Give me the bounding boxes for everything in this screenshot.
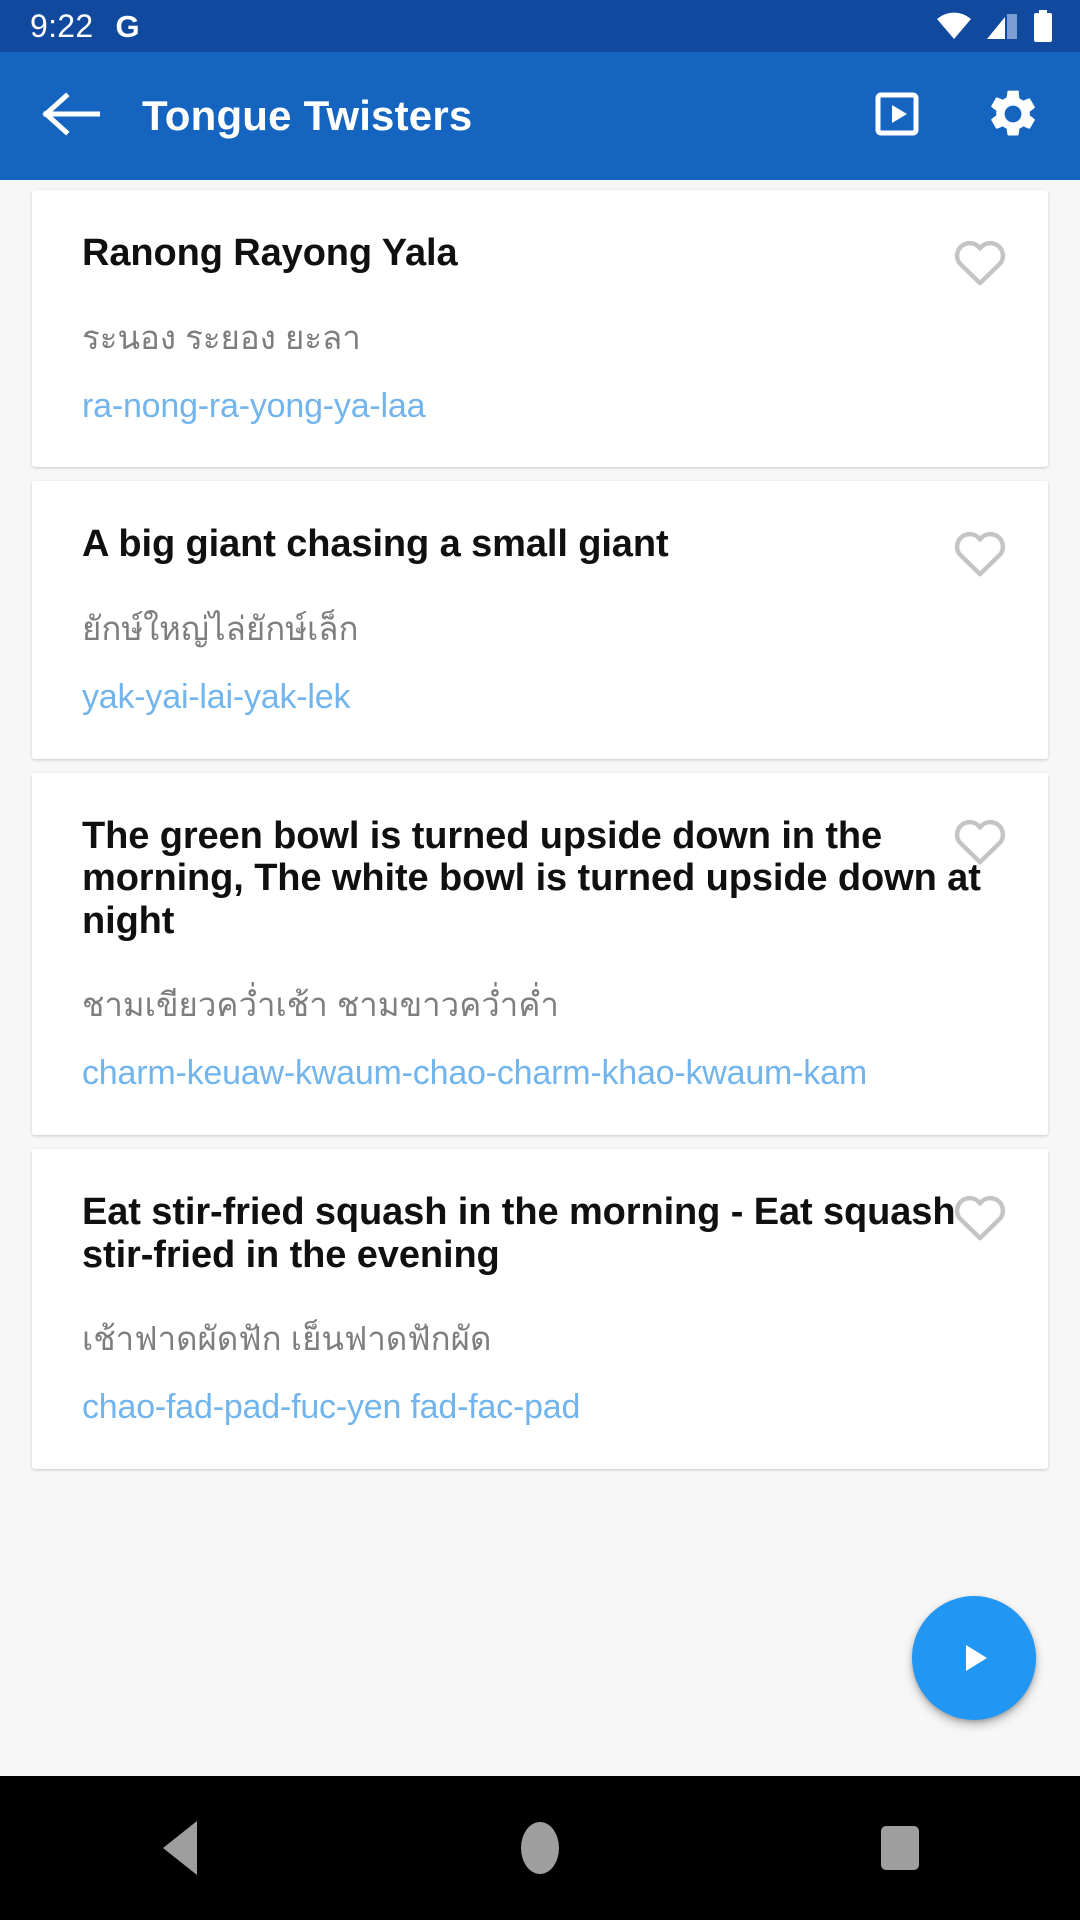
app-bar-actions: [866, 85, 1044, 147]
back-arrow-icon: [42, 91, 101, 141]
nav-back-button[interactable]: [95, 1776, 265, 1920]
app-bar: Tongue Twisters: [0, 52, 1080, 180]
list-item[interactable]: Eat stir-fried squash in the morning - E…: [32, 1148, 1048, 1469]
status-bar-left: 9:22 G: [30, 10, 140, 42]
battery-icon: [1032, 10, 1054, 42]
status-clock: 9:22: [30, 8, 94, 44]
twister-title: A big giant chasing a small giant: [82, 523, 669, 566]
heart-outline-icon: [952, 234, 1008, 288]
twister-thai-text: ระนอง ระยอง ยะลา: [82, 318, 361, 356]
list-item[interactable]: Ranong Rayong Yala ระนอง ระยอง ยะลา ra-n…: [32, 190, 1048, 468]
play-fab[interactable]: [912, 1596, 1036, 1720]
twister-romanization: charm-keuaw-kwaum-chao-charm-khao-kwaum-…: [82, 1054, 867, 1093]
nav-recents-button[interactable]: [815, 1776, 985, 1920]
slideshow-button[interactable]: [866, 85, 928, 147]
settings-button[interactable]: [982, 85, 1044, 147]
nav-recents-icon: [881, 1826, 919, 1870]
twister-romanization: yak-yai-lai-yak-lek: [82, 678, 351, 717]
slideshow-icon: [871, 88, 923, 145]
phone-screen: 9:22 G Tongue Twisters Ranong Rayong Yal…: [0, 0, 1080, 1920]
wifi-icon: [936, 11, 972, 41]
gear-icon: [985, 86, 1041, 147]
google-icon: G: [115, 8, 140, 44]
twister-thai-text: เช้าฟาดผัดฟัก เย็นฟาดฟักผัด: [82, 1320, 492, 1358]
status-bar: 9:22 G: [0, 0, 1080, 52]
list-item[interactable]: A big giant chasing a small giant ยักษ์ใ…: [32, 481, 1048, 759]
android-nav-bar: [0, 1776, 1080, 1920]
twister-thai-text: ชามเขียวคว่ำเช้า ชามขาวคว่ำค่ำ: [82, 986, 559, 1024]
nav-back-icon: [163, 1821, 197, 1875]
nav-home-button[interactable]: [455, 1776, 625, 1920]
twister-romanization: chao-fad-pad-fuc-yen fad-fac-pad: [82, 1388, 581, 1427]
favorite-button[interactable]: [952, 813, 1008, 867]
signal-icon: [985, 11, 1019, 41]
twister-title: The green bowl is turned upside down in …: [82, 814, 981, 942]
heart-outline-icon: [952, 1189, 1008, 1243]
list-item[interactable]: The green bowl is turned upside down in …: [32, 772, 1048, 1135]
twister-list[interactable]: Ranong Rayong Yala ระนอง ระยอง ยะลา ra-n…: [0, 180, 1080, 1776]
favorite-button[interactable]: [952, 1189, 1008, 1243]
page-title: Tongue Twisters: [142, 92, 473, 139]
back-button[interactable]: [38, 83, 104, 149]
favorite-button[interactable]: [952, 234, 1008, 288]
nav-home-icon: [521, 1822, 559, 1874]
twister-title: Eat stir-fried squash in the morning - E…: [82, 1190, 956, 1276]
favorite-button[interactable]: [952, 525, 1008, 579]
play-icon: [950, 1634, 998, 1682]
twister-thai-text: ยักษ์ใหญ่ไล่ยักษ์เล็ก: [82, 609, 359, 647]
heart-outline-icon: [952, 525, 1008, 579]
twister-title: Ranong Rayong Yala: [82, 232, 458, 274]
heart-outline-icon: [952, 813, 1008, 867]
twister-romanization: ra-nong-ra-yong-ya-laa: [82, 386, 426, 425]
status-bar-right: [936, 10, 1054, 42]
